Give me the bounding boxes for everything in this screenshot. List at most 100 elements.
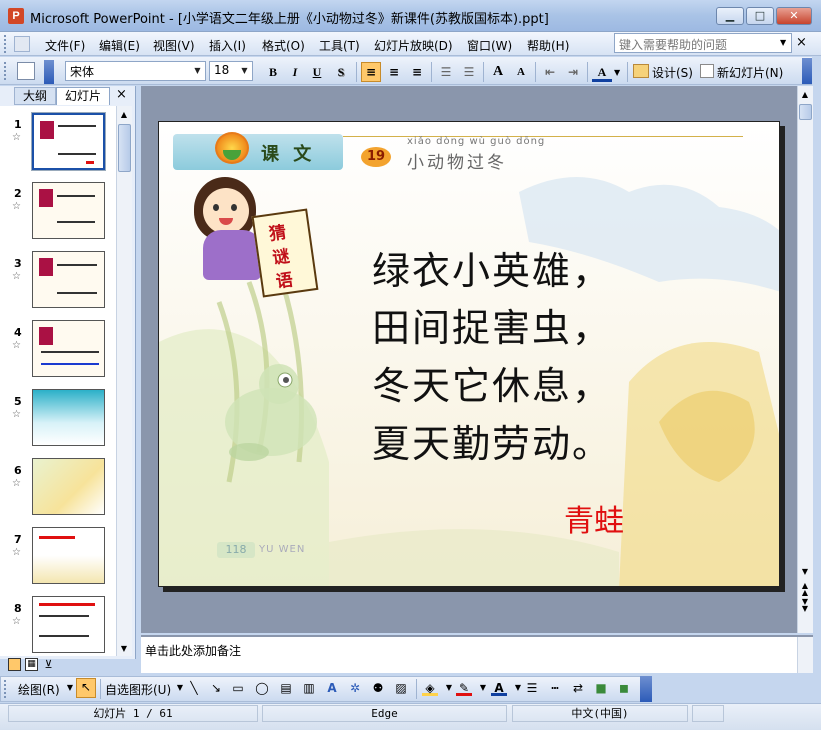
vertical-textbox-icon[interactable]: ▥ (301, 680, 317, 696)
3d-style-icon[interactable]: ◼ (616, 680, 632, 696)
decrease-indent-button[interactable]: ⇤ (540, 62, 560, 82)
poem-line-4[interactable]: 夏天勤劳动。 (372, 413, 612, 468)
scroll-down-icon[interactable]: ▼ (117, 642, 131, 656)
toolbar-overflow-icon[interactable] (640, 676, 652, 702)
toolbar-grip-icon[interactable] (4, 680, 8, 698)
wordart-icon[interactable]: A (324, 680, 340, 696)
arrow-style-icon[interactable]: ⇄ (570, 680, 586, 696)
normal-view-icon[interactable] (8, 658, 21, 671)
riddle-answer[interactable]: 青蛙 (564, 496, 624, 540)
picture-icon[interactable]: ▨ (393, 680, 409, 696)
font-color-icon[interactable]: A (491, 680, 507, 696)
menu-edit[interactable]: 编辑(E) (99, 37, 140, 54)
slide-thumbnail-2[interactable] (32, 182, 105, 239)
fill-color-icon[interactable]: ◈ (422, 680, 438, 696)
chevron-down-icon[interactable]: ▼ (238, 63, 251, 79)
new-slide-button[interactable]: 新幻灯片(N) (717, 64, 783, 81)
line-style-icon[interactable]: ☰ (524, 680, 540, 696)
shadow-style-icon[interactable]: ■ (593, 680, 609, 696)
shadow-button[interactable]: S (331, 62, 351, 82)
shrink-font-button[interactable]: A (511, 62, 531, 82)
menu-help[interactable]: 帮助(H) (527, 37, 569, 54)
slide-sorter-icon[interactable]: ▦ (25, 658, 38, 671)
slide-thumbnail-8[interactable] (32, 596, 105, 653)
slide-thumbnail-1[interactable] (31, 112, 106, 171)
oval-tool-icon[interactable]: ◯ (254, 680, 270, 696)
menu-insert[interactable]: 插入(I) (209, 37, 246, 54)
pane-close-button[interactable]: × (116, 87, 127, 102)
current-slide[interactable]: 课 文 19 xiǎo dòng wù guò dōng 小动物过冬 猜 谜 语… (158, 121, 780, 587)
help-dropdown-icon[interactable]: ▼ (780, 38, 786, 47)
toolbar-overflow-icon[interactable] (44, 60, 54, 84)
bold-button[interactable]: B (263, 62, 283, 82)
maximize-button[interactable]: □ (746, 7, 774, 25)
tab-slides[interactable]: 幻灯片 (56, 87, 110, 105)
menu-view[interactable]: 视图(V) (153, 37, 195, 54)
font-color-button[interactable]: A (592, 62, 612, 82)
menu-window[interactable]: 窗口(W) (467, 37, 512, 54)
scroll-thumb[interactable] (799, 104, 812, 120)
font-size-select[interactable]: 18 ▼ (209, 61, 253, 81)
align-left-button[interactable]: ≡ (361, 62, 381, 82)
toolbar-overflow-icon[interactable] (802, 58, 812, 84)
bullets-button[interactable]: ☰ (459, 62, 479, 82)
notes-pane[interactable] (141, 635, 813, 673)
slide-thumbnail-6[interactable] (32, 458, 105, 515)
numbering-button[interactable]: ☰ (436, 62, 456, 82)
chevron-down-icon[interactable]: ▼ (191, 63, 204, 79)
slide-thumbnail-4[interactable] (32, 320, 105, 377)
italic-button[interactable]: I (285, 62, 305, 82)
scroll-up-icon[interactable]: ▲ (117, 108, 131, 122)
font-name-select[interactable]: 宋体 ▼ (65, 61, 206, 81)
menu-file[interactable]: 文件(F) (45, 37, 85, 54)
dash-style-icon[interactable]: ┅ (547, 680, 563, 696)
menu-tools[interactable]: 工具(T) (319, 37, 360, 54)
menu-grip-icon[interactable] (4, 35, 8, 53)
diagram-icon[interactable]: ✲ (347, 680, 363, 696)
line-color-icon[interactable]: ✎ (456, 680, 472, 696)
document-close-button[interactable]: × (796, 35, 807, 50)
slideshow-icon[interactable]: ⊻ (42, 658, 55, 671)
scroll-thumb[interactable] (118, 124, 131, 172)
align-right-button[interactable]: ≡ (407, 62, 427, 82)
align-center-button[interactable]: ≡ (384, 62, 404, 82)
chevron-down-icon[interactable]: ▼ (614, 68, 620, 77)
menu-slideshow[interactable]: 幻灯片放映(D) (374, 37, 453, 54)
increase-indent-button[interactable]: ⇥ (563, 62, 583, 82)
tab-outline[interactable]: 大纲 (14, 87, 56, 105)
poem-line-3[interactable]: 冬天它休息， (372, 355, 612, 410)
notes-scrollbar[interactable] (797, 637, 813, 673)
menu-format[interactable]: 格式(O) (262, 37, 305, 54)
draw-menu-button[interactable]: 绘图(R) (18, 681, 60, 698)
autoshapes-menu-button[interactable]: 自选图形(U) (105, 681, 171, 698)
clipart-icon[interactable]: ⚉ (370, 680, 386, 696)
slide-thumbnail-7[interactable] (32, 527, 105, 584)
underline-button[interactable]: U (307, 62, 327, 82)
new-file-icon[interactable] (17, 62, 35, 80)
close-button[interactable]: ✕ (776, 7, 812, 25)
scroll-up-icon[interactable]: ▲ (798, 88, 812, 102)
textbox-tool-icon[interactable]: ▤ (278, 680, 294, 696)
powerpoint-app-icon[interactable]: P (8, 8, 24, 24)
rectangle-tool-icon[interactable]: ▭ (230, 680, 246, 696)
slide-thumbnail-3[interactable] (32, 251, 105, 308)
scroll-down-icon[interactable]: ▼ (798, 565, 812, 579)
chevron-down-icon[interactable]: ▼ (475, 680, 491, 696)
notes-placeholder[interactable]: 单击此处添加备注 (145, 642, 241, 659)
chevron-down-icon[interactable]: ▼ (441, 680, 457, 696)
next-slide-icon[interactable]: ▼ ▼ (798, 598, 812, 613)
slide-thumbnail-5[interactable] (32, 389, 105, 446)
previous-slide-icon[interactable]: ▲ ▲ (798, 582, 812, 597)
toolbar-grip-icon[interactable] (4, 62, 8, 80)
poem-line-2[interactable]: 田间捉害虫， (372, 297, 612, 352)
slide-scrollbar[interactable] (797, 86, 813, 633)
select-objects-button[interactable]: ↖ (76, 678, 96, 698)
design-button[interactable]: 设计(S) (652, 64, 693, 81)
minimize-button[interactable]: ▁ (716, 7, 744, 25)
thumbnail-scrollbar[interactable] (116, 106, 132, 656)
document-icon[interactable] (14, 36, 30, 52)
help-search-input[interactable]: 键入需要帮助的问题 (614, 33, 792, 53)
line-tool-icon[interactable]: ╲ (186, 680, 202, 696)
poem-line-1[interactable]: 绿衣小英雄， (372, 240, 612, 295)
grow-font-button[interactable]: A (488, 62, 508, 82)
